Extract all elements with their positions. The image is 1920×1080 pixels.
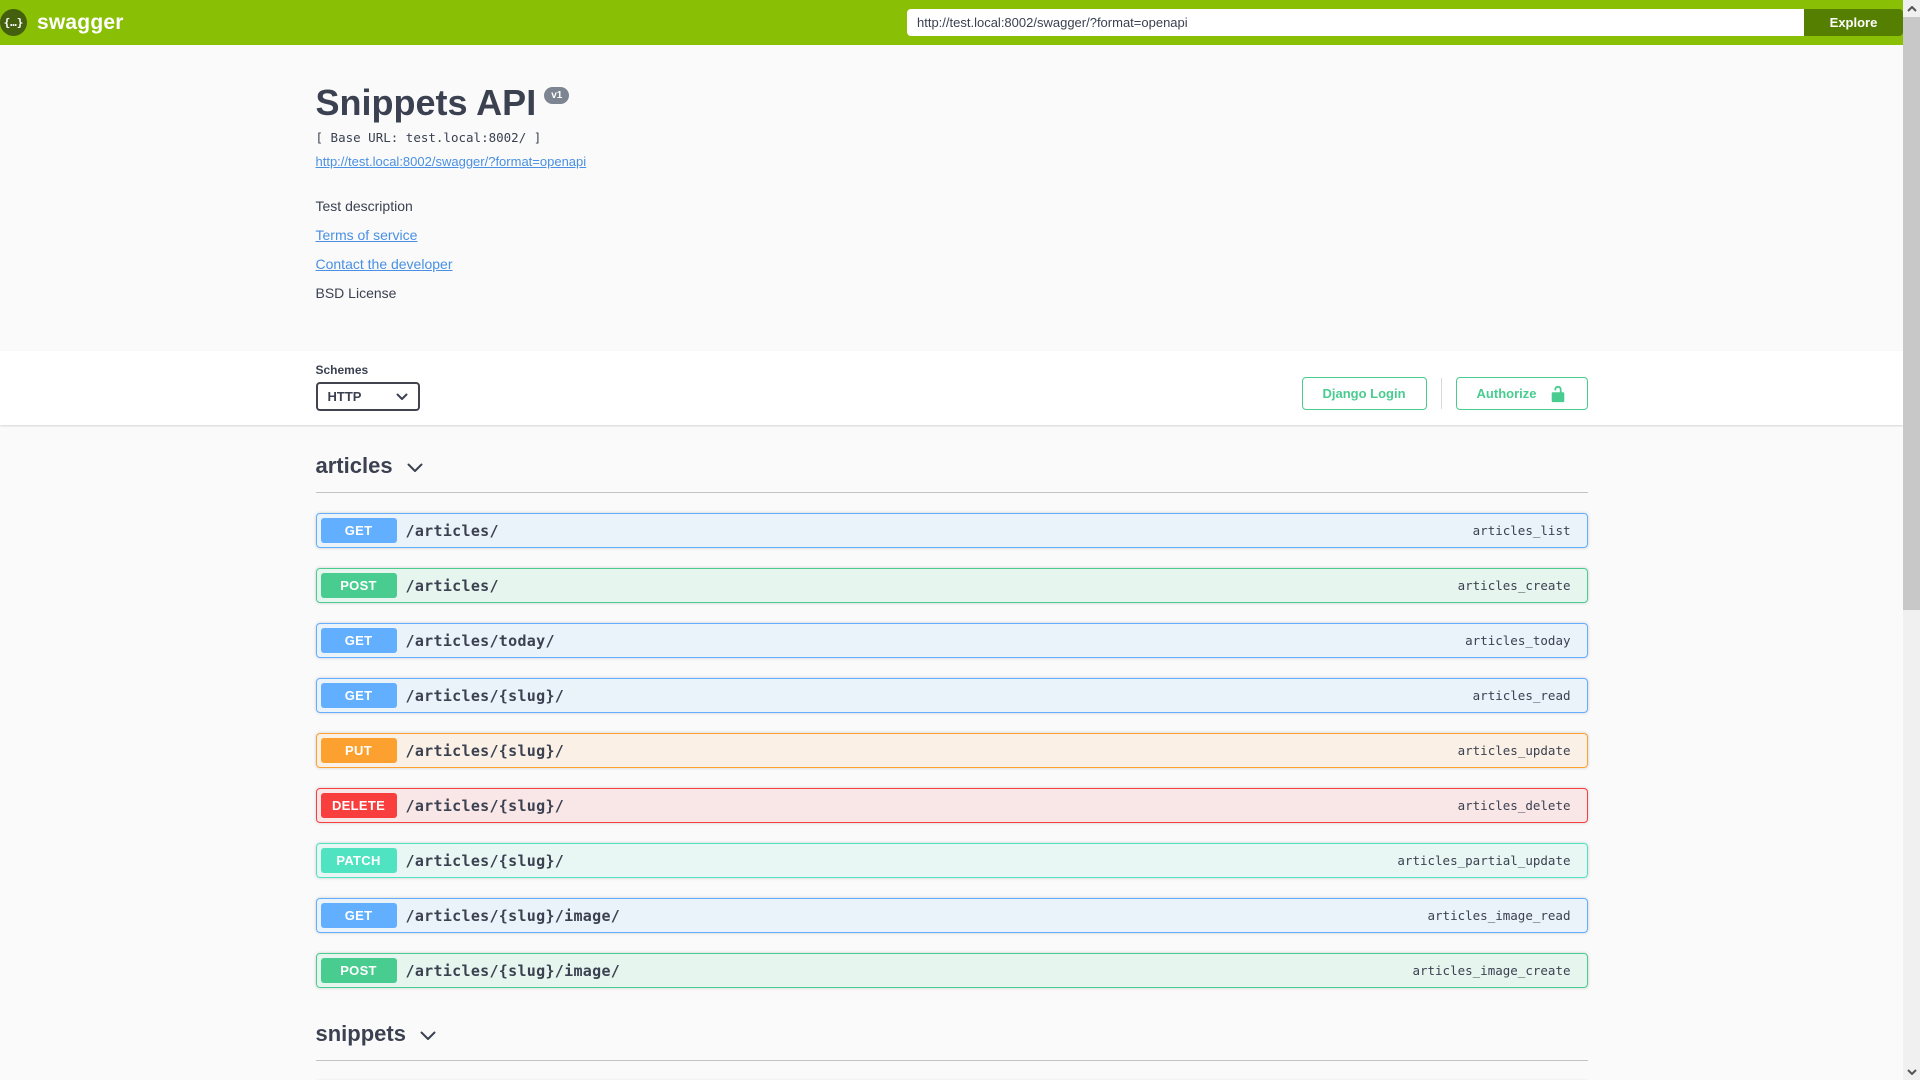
scrollbar-up-arrow[interactable] xyxy=(1903,0,1920,17)
op-id: articles_image_read xyxy=(1427,908,1571,923)
tag-header-snippets[interactable]: snippets xyxy=(315,1021,1588,1061)
license-text: BSD License xyxy=(315,285,397,301)
opblock-articles_image_create[interactable]: POST/articles/{slug}/image/articles_imag… xyxy=(315,953,1588,988)
op-id: articles_read xyxy=(1472,688,1571,703)
page-title: Snippets API xyxy=(315,82,537,123)
op-path: /articles/{slug}/image/ xyxy=(405,906,621,925)
method-badge: GET xyxy=(320,628,397,653)
method-badge: GET xyxy=(320,903,397,928)
method-badge: GET xyxy=(320,518,397,543)
chevron-down-icon xyxy=(396,393,407,400)
swagger-brand-link[interactable]: {…} swagger xyxy=(0,9,124,36)
chevron-down-icon xyxy=(420,1031,436,1041)
schemes-group: Schemes HTTP xyxy=(315,363,420,411)
op-id: articles_partial_update xyxy=(1397,853,1571,868)
op-id: articles_image_create xyxy=(1412,963,1571,978)
opblock-articles_image_read[interactable]: GET/articles/{slug}/image/articles_image… xyxy=(315,898,1588,933)
swagger-logo-icon: {…} xyxy=(0,9,27,36)
chevron-down-icon xyxy=(407,463,423,473)
op-path: /articles/{slug}/ xyxy=(405,686,565,705)
scheme-selected-value: HTTP xyxy=(327,389,362,404)
opblock-articles_today[interactable]: GET/articles/today/articles_today xyxy=(315,623,1588,658)
base-url: [ Base URL: test.local:8002/ ] xyxy=(315,130,542,145)
operations: articles GET/articles/articles_list POST/a… xyxy=(315,425,1588,1080)
opblock-articles_partial_update[interactable]: PATCH/articles/{slug}/ articles_partial_u… xyxy=(315,843,1588,878)
topbar: {…} swagger Explore xyxy=(0,0,1903,45)
download-url-wrapper: Explore xyxy=(907,9,1903,36)
method-badge: POST xyxy=(320,958,397,983)
method-badge: POST xyxy=(320,573,397,598)
op-path: /articles/{slug}/ xyxy=(405,796,565,815)
schemes-label: Schemes xyxy=(315,363,369,377)
method-badge: DELETE xyxy=(320,793,397,818)
op-path: /articles/{slug}/ xyxy=(405,741,565,760)
brand-name: swagger xyxy=(37,10,124,34)
authorize-button[interactable]: Authorize xyxy=(1455,377,1588,410)
auth-wrapper: Django Login Authorize xyxy=(1301,377,1588,410)
contact-developer-link[interactable]: Contact the developer xyxy=(316,256,453,272)
opblock-articles_update[interactable]: PUT/articles/{slug}/ articles_update xyxy=(315,733,1588,768)
version-badge: v1 xyxy=(544,87,570,104)
method-badge: PATCH xyxy=(320,848,397,873)
unlocked-padlock-icon xyxy=(1549,385,1567,403)
scrollbar-thumb[interactable] xyxy=(1903,17,1920,610)
spec-link[interactable]: http://test.local:8002/swagger/?format=o… xyxy=(316,154,587,169)
tag-name: snippets xyxy=(315,1021,406,1046)
op-path: /articles/today/ xyxy=(405,631,555,650)
tag-name: articles xyxy=(315,453,393,478)
scheme-container: Schemes HTTP Django Login Authorize xyxy=(0,351,1903,425)
auth-divider xyxy=(1440,378,1442,409)
api-description: Test description xyxy=(315,198,413,214)
swagger-ui-page: {…} swagger Explore Snippets API v1 [ Ba… xyxy=(0,0,1903,1080)
opblock-articles_delete[interactable]: DELETE/articles/{slug}/ articles_delete xyxy=(315,788,1588,823)
terms-of-service-link[interactable]: Terms of service xyxy=(316,227,418,243)
scrollbar xyxy=(1903,0,1920,1080)
opblock-articles_create[interactable]: POST/articles/articles_create xyxy=(315,568,1588,603)
django-login-button[interactable]: Django Login xyxy=(1301,377,1427,410)
scheme-select[interactable]: HTTP xyxy=(315,382,420,411)
op-id: articles_list xyxy=(1472,523,1571,538)
op-path: /articles/{slug}/image/ xyxy=(405,961,621,980)
op-path: /articles/{slug}/ xyxy=(405,851,565,870)
method-badge: GET xyxy=(320,683,397,708)
op-id: articles_update xyxy=(1457,743,1571,758)
method-badge: PUT xyxy=(320,738,397,763)
scrollbar-down-arrow[interactable] xyxy=(1903,1063,1920,1080)
django-login-label: Django Login xyxy=(1322,386,1406,401)
op-id: articles_today xyxy=(1465,633,1571,648)
op-id: articles_create xyxy=(1457,578,1571,593)
opblock-articles_read[interactable]: GET/articles/{slug}/ articles_read xyxy=(315,678,1588,713)
tag-header-articles[interactable]: articles xyxy=(315,453,1588,493)
info-section: Snippets API v1 [ Base URL: test.local:8… xyxy=(0,45,1903,351)
explore-button[interactable]: Explore xyxy=(1804,9,1903,36)
authorize-label: Authorize xyxy=(1476,386,1537,401)
op-path: /articles/ xyxy=(405,576,499,595)
opblock-articles_list[interactable]: GET/articles/articles_list xyxy=(315,513,1588,548)
op-path: /articles/ xyxy=(405,521,499,540)
spec-url-input[interactable] xyxy=(907,9,1804,36)
op-id: articles_delete xyxy=(1457,798,1571,813)
